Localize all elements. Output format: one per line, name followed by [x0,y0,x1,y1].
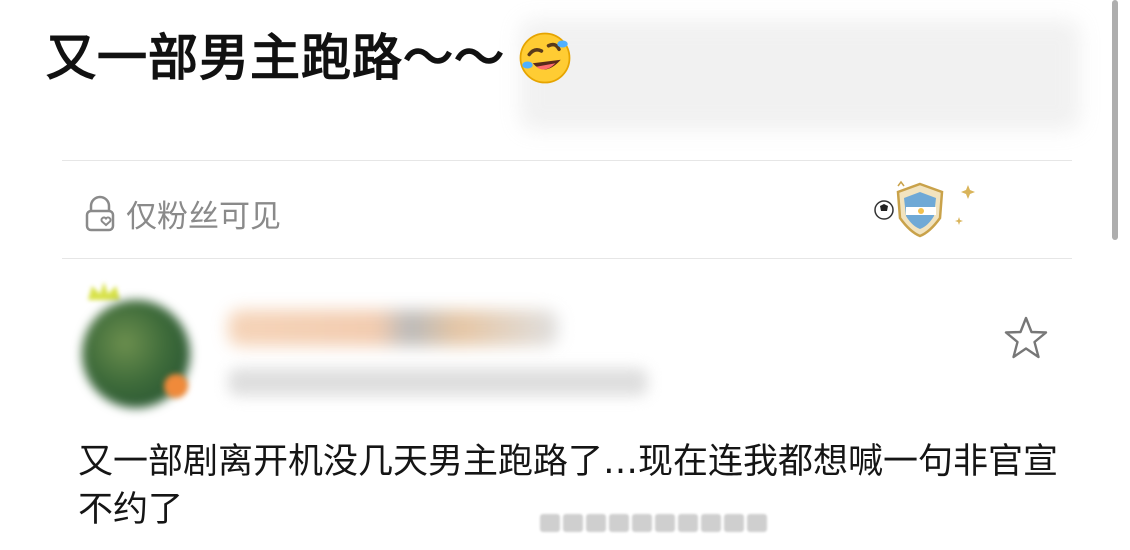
star-outline-icon[interactable] [1000,313,1052,365]
blurred-inline-images [540,514,767,532]
blurred-username[interactable] [228,310,558,346]
lock-heart-icon [85,195,115,231]
background-blur [520,20,1080,130]
scrollbar[interactable] [1112,0,1118,240]
blurred-timestamp [228,368,648,396]
avatar-badge-dot [164,374,188,398]
argentina-football-badge-icon [874,180,975,238]
visibility-indicator: 仅粉丝可见 [80,191,281,236]
divider-top [62,160,1072,161]
post-title: 又一部男主跑路～～ [46,29,505,87]
rolling-laughing-emoji-icon [519,32,571,84]
divider-middle [62,258,1072,259]
post-title-row: 又一部男主跑路～～ [46,30,573,86]
visibility-label: 仅粉丝可见 [126,199,281,235]
avatar-crown-icon [88,282,120,300]
